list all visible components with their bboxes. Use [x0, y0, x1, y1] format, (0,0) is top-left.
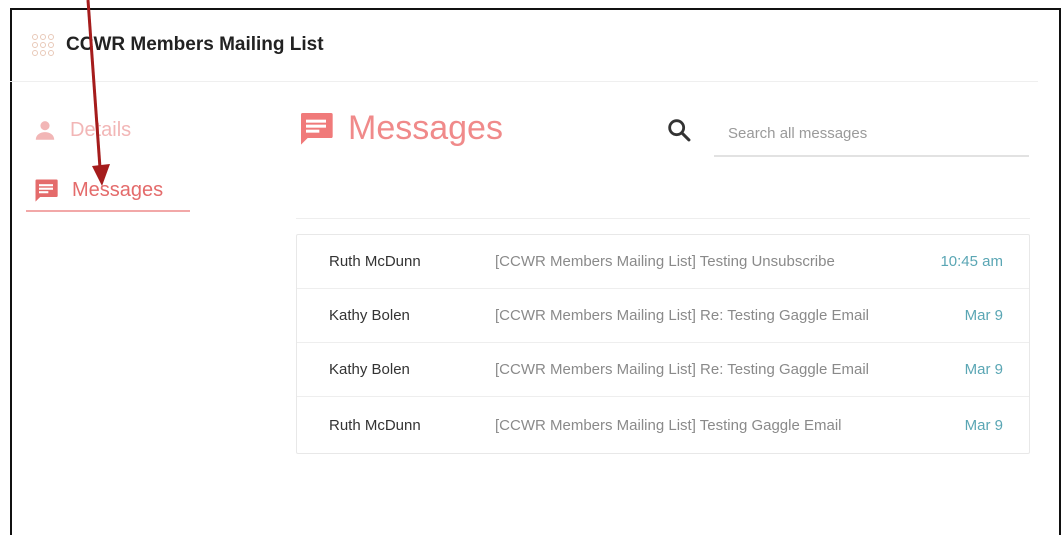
- app-logo-icon: [32, 33, 54, 56]
- message-subject: [CCWR Members Mailing List] Re: Testing …: [495, 307, 870, 324]
- divider: [296, 218, 1030, 219]
- message-subject: [CCWR Members Mailing List] Re: Testing …: [495, 361, 870, 378]
- message-date: Mar 9: [964, 307, 1003, 324]
- message-subject: [CCWR Members Mailing List] Testing Gagg…: [495, 416, 842, 434]
- app-header: CCWR Members Mailing List: [10, 8, 1038, 82]
- search-input[interactable]: [714, 112, 1029, 157]
- message-date: Mar 9: [964, 361, 1003, 378]
- sidebar: Details Messages: [26, 110, 190, 232]
- table-row[interactable]: Ruth McDunn [CCWR Members Mailing List] …: [297, 397, 1029, 453]
- table-row[interactable]: Kathy Bolen [CCWR Members Mailing List] …: [297, 289, 1029, 343]
- sidebar-item-messages[interactable]: Messages: [26, 170, 190, 212]
- page-title-text: Messages: [348, 108, 503, 147]
- sidebar-item-label: Details: [70, 118, 132, 141]
- message-list: Ruth McDunn [CCWR Members Mailing List] …: [296, 234, 1030, 454]
- message-sender: Kathy Bolen: [329, 307, 410, 324]
- sidebar-item-details[interactable]: Details: [26, 110, 190, 150]
- message-date: Mar 9: [964, 416, 1003, 434]
- page-title: Messages: [296, 108, 503, 148]
- message-sender: Kathy Bolen: [329, 361, 410, 378]
- table-row[interactable]: Kathy Bolen [CCWR Members Mailing List] …: [297, 343, 1029, 397]
- message-sender: Ruth McDunn: [329, 416, 421, 434]
- table-row[interactable]: Ruth McDunn [CCWR Members Mailing List] …: [297, 235, 1029, 289]
- message-date: 10:45 am: [940, 253, 1003, 270]
- message-icon: [35, 179, 58, 202]
- message-sender: Ruth McDunn: [329, 253, 421, 270]
- message-icon: [301, 113, 333, 145]
- app-title: CCWR Members Mailing List: [66, 33, 324, 55]
- search-icon[interactable]: [665, 116, 693, 144]
- sidebar-item-label: Messages: [72, 178, 164, 201]
- person-icon: [35, 121, 55, 140]
- message-subject: [CCWR Members Mailing List] Testing Unsu…: [495, 253, 835, 270]
